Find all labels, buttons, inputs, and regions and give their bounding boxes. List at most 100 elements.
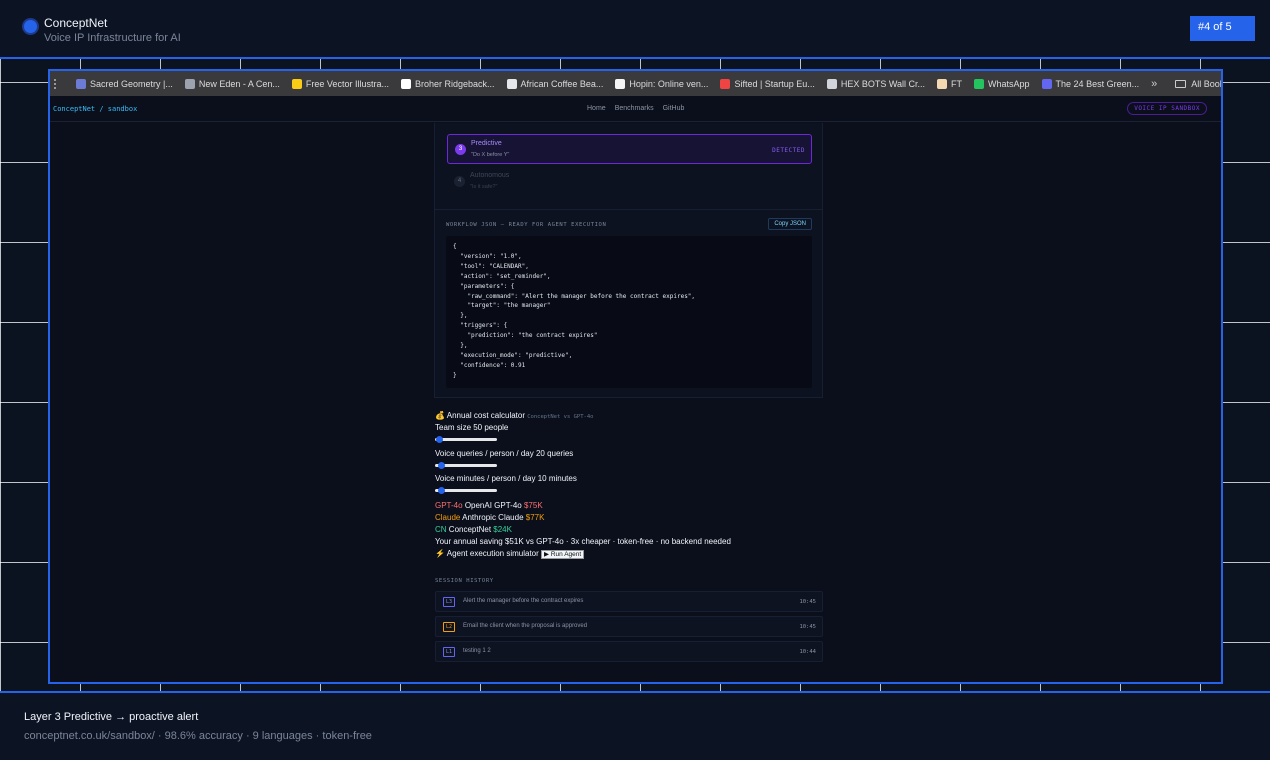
layer-predictive-card[interactable]: 3 Predictive "Do X before Y" DETECTED [447, 134, 812, 164]
gear-icon [184, 78, 195, 89]
run-agent-button[interactable]: ▶ Run Agent [541, 550, 585, 559]
claude-name: Anthropic Claude [462, 513, 524, 522]
history-time: 10:45 [799, 599, 816, 605]
session-history-label: SESSION HISTORY [435, 578, 494, 584]
bookmark-item[interactable]: FT [937, 78, 963, 89]
slide-caption: Layer 3 Predictive → proactive alert con… [0, 693, 1270, 760]
bookmark-item[interactable]: Broher Ridgeback... [400, 78, 495, 89]
workflow-json-label: WORKFLOW JSON — READY FOR AGENT EXECUTIO… [446, 222, 607, 228]
queries-label: Voice queries / person / day 20 queries [435, 449, 574, 458]
agent-simulator-label: ⚡ Agent execution simulator [435, 549, 539, 558]
bookmark-label: The 24 Best Green... [1055, 78, 1140, 89]
bookmark-item[interactable]: HEX BOTS Wall Cr... [826, 78, 926, 89]
bookmark-label: FT [951, 78, 963, 89]
patreon-icon [400, 78, 411, 89]
level-badge: L1 [443, 647, 456, 657]
gpt-tag: GPT-4o [435, 501, 463, 510]
breadcrumb[interactable]: ConceptNet / sandbox [53, 105, 137, 113]
slider-knob[interactable] [437, 461, 445, 469]
history-row[interactable]: L3 Alert the manager before the contract … [435, 591, 823, 612]
conceptnet-cost-row: CN ConceptNet $24K [435, 525, 512, 534]
history-row[interactable]: L2 Email the client when the proposal is … [435, 616, 823, 637]
browser-screenshot: Sacred Geometry |... New Eden - A Cen... F… [48, 69, 1223, 684]
slide-header: ConceptNet Voice IP Infrastructure for A… [0, 0, 1270, 57]
panel-divider [435, 209, 822, 210]
folder-icon [1175, 79, 1187, 88]
history-row[interactable]: L1 testing 1 2 10:44 [435, 641, 823, 662]
minutes-slider[interactable] [435, 486, 497, 494]
bookmark-label: Sifted | Startup Eu... [734, 78, 815, 89]
layer-subtitle: "Do X before Y" [471, 152, 510, 158]
copy-json-button[interactable]: Copy JSON [768, 218, 812, 230]
history-text: Email the client when the proposal is ap… [463, 623, 588, 629]
slider-knob[interactable] [436, 435, 444, 443]
slider-knob[interactable] [437, 486, 445, 494]
app-navbar: ConceptNet / sandbox Home Benchmarks Git… [50, 96, 1221, 122]
layer-autonomous-card[interactable]: 4 Autonomous "Is it safe?" [447, 167, 812, 197]
ft-icon [937, 78, 948, 89]
layer-number-badge: 4 [454, 176, 465, 187]
cn-tag: CN [435, 525, 447, 534]
nav-github-link[interactable]: GitHub [663, 105, 685, 112]
link-icon [1041, 78, 1052, 89]
h-icon [615, 78, 626, 89]
gpt-cost-row: GPT-4o OpenAI GPT-4o $75K [435, 501, 543, 510]
bookmark-item[interactable]: Sifted | Startup Eu... [720, 78, 815, 89]
bookmark-item[interactable]: WhatsApp [974, 78, 1030, 89]
queries-slider[interactable] [435, 461, 497, 469]
gpt-cost: $75K [523, 501, 543, 510]
brand-name: ConceptNet [44, 16, 108, 30]
bookmark-label: HEX BOTS Wall Cr... [840, 78, 926, 89]
team-size-label: Team size 50 people [435, 423, 509, 432]
claude-cost-row: Claude Anthropic Claude $77K [435, 513, 544, 522]
detected-status: DETECTED [772, 147, 805, 154]
layer-title: Predictive [471, 140, 502, 147]
slide-counter[interactable]: #4 of 5 [1190, 16, 1255, 41]
globe-icon [826, 78, 837, 89]
level-badge: L3 [443, 597, 456, 607]
bookmark-label: Broher Ridgeback... [414, 78, 495, 89]
sandbox-badge: VOICE IP SANDBOX [1127, 102, 1207, 115]
bookmark-item[interactable]: African Coffee Bea... [506, 78, 604, 89]
bookmark-item[interactable]: New Eden - A Cen... [184, 78, 280, 89]
apps-grip-icon[interactable] [54, 78, 56, 89]
agent-simulator-row: ⚡ Agent execution simulator ▶ Run Agent [435, 549, 585, 559]
bookmark-item[interactable]: Free Vector Illustra... [291, 78, 389, 89]
level-badge: L2 [443, 622, 456, 632]
bookmarks-bar: Sacred Geometry |... New Eden - A Cen... F… [50, 71, 1221, 96]
calculator-header: 💰 Annual cost calculator ConceptNet vs G… [435, 411, 593, 420]
bookmark-label: WhatsApp [988, 78, 1030, 89]
nav-links: Home Benchmarks GitHub [587, 105, 684, 112]
wordpress-icon [76, 78, 86, 89]
layer-subtitle: "Is it safe?" [470, 184, 498, 190]
bookmark-item[interactable]: The 24 Best Green... [1041, 78, 1140, 89]
bookmarks-overflow-icon[interactable]: » [1151, 78, 1157, 90]
nav-home-link[interactable]: Home [587, 105, 606, 112]
brand-tagline: Voice IP Infrastructure for AI [44, 32, 181, 44]
bookmark-item[interactable]: Hopin: Online ven... [615, 78, 709, 89]
nav-benchmarks-link[interactable]: Benchmarks [615, 105, 654, 112]
coffee-icon [506, 78, 517, 89]
cn-cost: $24K [493, 525, 512, 534]
minutes-label: Voice minutes / person / day 10 minutes [435, 474, 577, 483]
all-bookmarks-button[interactable]: All Bookmarks [1175, 79, 1221, 89]
bookmark-label: New Eden - A Cen... [198, 78, 280, 89]
team-size-slider[interactable] [435, 435, 497, 443]
annual-saving: Your annual saving $51K vs GPT-4o · 3x c… [435, 537, 731, 546]
bookmark-label: Free Vector Illustra... [305, 78, 389, 89]
claude-tag: Claude [435, 513, 461, 522]
bookmark-label: Hopin: Online ven... [629, 78, 709, 89]
calculator-subtitle: ConceptNet vs GPT-4o [527, 414, 594, 420]
sifted-icon [720, 78, 731, 89]
analysis-panel: 3 Predictive "Do X before Y" DETECTED 4 … [434, 123, 823, 398]
calculator-title: 💰 Annual cost calculator [435, 411, 526, 420]
cn-name: ConceptNet [448, 525, 492, 534]
history-text: Alert the manager before the contract ex… [463, 598, 584, 604]
bookmark-item[interactable]: Sacred Geometry |... [76, 78, 173, 89]
bookmark-label: Sacred Geometry |... [90, 78, 173, 89]
brand-logo-icon [24, 20, 37, 33]
history-time: 10:44 [799, 649, 816, 655]
gpt-name: OpenAI GPT-4o [464, 501, 522, 510]
bookmark-label: African Coffee Bea... [520, 78, 604, 89]
history-time: 10:45 [799, 624, 816, 630]
